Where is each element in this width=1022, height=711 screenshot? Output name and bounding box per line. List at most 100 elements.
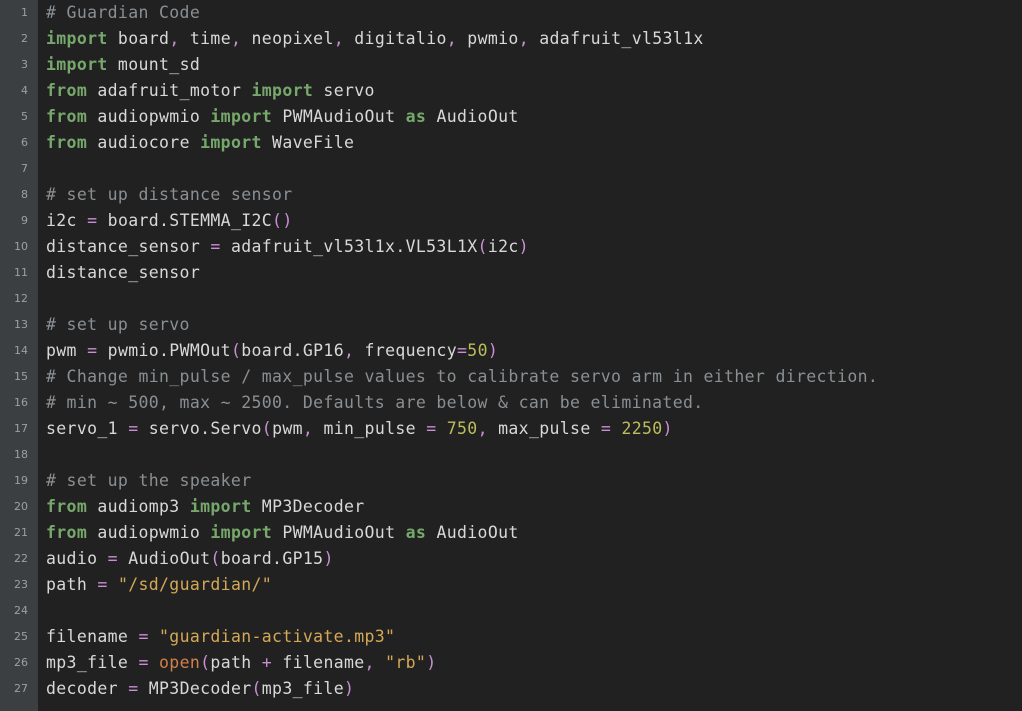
code-line-text[interactable]: # Change min_pulse / max_pulse values to…: [46, 364, 878, 390]
token-op: (: [200, 653, 210, 672]
token-op: =: [128, 679, 138, 698]
token-plain: [436, 419, 446, 438]
code-line[interactable]: 26mp3_file = open(path + filename, "rb"): [0, 650, 1022, 676]
line-number: 4: [0, 78, 28, 104]
code-line-text[interactable]: distance_sensor = adafruit_vl53l1x.VL53L…: [46, 234, 529, 260]
token-plain: board: [108, 29, 170, 48]
code-line[interactable]: 14pwm = pwmio.PWMOut(board.GP16, frequen…: [0, 338, 1022, 364]
token-plain: pwm: [46, 341, 87, 360]
code-line[interactable]: 25 filename = "guardian-activate.mp3": [0, 624, 1022, 650]
code-line[interactable]: 13 # set up servo: [0, 312, 1022, 338]
code-line[interactable]: 3import mount_sd: [0, 52, 1022, 78]
code-line[interactable]: 15 # Change min_pulse / max_pulse values …: [0, 364, 1022, 390]
token-plain: MP3Decoder: [252, 497, 365, 516]
code-line-text[interactable]: filename = "guardian-activate.mp3": [46, 624, 395, 650]
token-op: ,: [447, 29, 457, 48]
token-plain: AudioOut: [118, 549, 210, 568]
code-line[interactable]: 27decoder = MP3Decoder(mp3_file): [0, 676, 1022, 702]
line-number: 13: [0, 312, 28, 338]
code-line[interactable]: 17 servo_1 = servo.Servo(pwm, min_pulse =…: [0, 416, 1022, 442]
token-plain: AudioOut: [426, 523, 518, 542]
line-number: 17: [0, 416, 28, 442]
code-line-text[interactable]: from adafruit_motor import servo: [46, 78, 375, 104]
code-line[interactable]: 20from audiomp3 import MP3Decoder: [0, 494, 1022, 520]
code-line[interactable]: 24: [0, 598, 1022, 624]
code-line-text[interactable]: mp3_file = open(path + filename, "rb"): [46, 650, 437, 676]
token-op: ): [426, 653, 436, 672]
code-line-text[interactable]: path = "/sd/guardian/": [46, 572, 272, 598]
token-op: =: [108, 549, 118, 568]
token-plain: [108, 575, 118, 594]
code-content-area[interactable]: 1# Guardian Code2 import board, time, neo…: [0, 0, 1022, 711]
token-plain: decoder: [46, 679, 128, 698]
token-num: 50: [467, 341, 488, 360]
token-plain: neopixel: [241, 29, 333, 48]
code-line-text[interactable]: # Guardian Code: [46, 0, 200, 26]
token-str: "rb": [385, 653, 426, 672]
token-op: ,: [519, 29, 529, 48]
line-number: 2: [0, 26, 28, 52]
code-line-text[interactable]: i2c = board.STEMMA_I2C(): [46, 208, 293, 234]
token-op: ): [344, 679, 354, 698]
code-line[interactable]: 18: [0, 442, 1022, 468]
token-keyword: import: [190, 497, 252, 516]
code-line-text[interactable]: # set up the speaker: [46, 468, 251, 494]
line-number: 10: [0, 234, 28, 260]
token-plain: i2c: [46, 211, 87, 230]
line-number: 25: [0, 624, 28, 650]
code-line[interactable]: 16# min ~ 500, max ~ 2500. Defaults are …: [0, 390, 1022, 416]
code-line-text[interactable]: from audiomp3 import MP3Decoder: [46, 494, 365, 520]
code-line[interactable]: 8# set up distance sensor: [0, 182, 1022, 208]
code-line-text[interactable]: from audiocore import WaveFile: [46, 130, 354, 156]
code-line[interactable]: 2 import board, time, neopixel, digitalio…: [0, 26, 1022, 52]
token-plain: pwmio.PWMOut: [97, 341, 231, 360]
token-plain: distance_sensor: [46, 263, 200, 282]
token-builtin: open: [159, 653, 200, 672]
code-line-text[interactable]: import board, time, neopixel, digitalio,…: [46, 26, 704, 52]
line-number: 24: [0, 598, 28, 624]
token-plain: board.GP16: [241, 341, 344, 360]
code-line-text[interactable]: from audiopwmio import PWMAudioOut as Au…: [46, 104, 519, 130]
token-plain: AudioOut: [426, 107, 518, 126]
code-line[interactable]: 4 from adafruit_motor import servo: [0, 78, 1022, 104]
token-comment: # Guardian Code: [46, 3, 200, 22]
code-line-text[interactable]: pwm = pwmio.PWMOut(board.GP16, frequency…: [46, 338, 498, 364]
code-editor[interactable]: 1# Guardian Code2 import board, time, neo…: [0, 0, 1022, 711]
token-plain: [149, 653, 159, 672]
code-line-text[interactable]: # set up distance sensor: [46, 182, 293, 208]
code-line[interactable]: 11distance_sensor: [0, 260, 1022, 286]
token-op: =: [210, 237, 220, 256]
code-line[interactable]: 5from audiopwmio import PWMAudioOut as A…: [0, 104, 1022, 130]
code-line-text[interactable]: import mount_sd: [46, 52, 200, 78]
token-op: ,: [231, 29, 241, 48]
code-line[interactable]: 21from audiopwmio import PWMAudioOut as …: [0, 520, 1022, 546]
token-plain: [375, 653, 385, 672]
token-plain: path: [210, 653, 261, 672]
code-line[interactable]: 1# Guardian Code: [0, 0, 1022, 26]
code-line[interactable]: 7: [0, 156, 1022, 182]
code-line-text[interactable]: # set up servo: [46, 312, 190, 338]
code-line[interactable]: 12: [0, 286, 1022, 312]
code-line-text[interactable]: from audiopwmio import PWMAudioOut as Au…: [46, 520, 519, 546]
code-line-text[interactable]: # min ~ 500, max ~ 2500. Defaults are be…: [46, 390, 704, 416]
code-line[interactable]: 19# set up the speaker: [0, 468, 1022, 494]
code-line-text[interactable]: audio = AudioOut(board.GP15): [46, 546, 334, 572]
code-line-text[interactable]: distance_sensor: [46, 260, 200, 286]
code-line[interactable]: 22audio = AudioOut(board.GP15): [0, 546, 1022, 572]
code-line[interactable]: 10 distance_sensor = adafruit_vl53l1x.VL5…: [0, 234, 1022, 260]
line-number: 15: [0, 364, 28, 390]
token-plain: audiopwmio: [87, 523, 210, 542]
token-op: ): [519, 237, 529, 256]
code-line[interactable]: 23path = "/sd/guardian/": [0, 572, 1022, 598]
code-line[interactable]: 6from audiocore import WaveFile: [0, 130, 1022, 156]
code-line[interactable]: 9i2c = board.STEMMA_I2C(): [0, 208, 1022, 234]
line-number: 12: [0, 286, 28, 312]
code-line-text[interactable]: decoder = MP3Decoder(mp3_file): [46, 676, 354, 702]
token-keyword: import: [46, 29, 108, 48]
code-line-text[interactable]: servo_1 = servo.Servo(pwm, min_pulse = 7…: [46, 416, 673, 442]
token-plain: filename: [46, 627, 138, 646]
token-num: 750: [447, 419, 478, 438]
token-op: ): [663, 419, 673, 438]
token-op: (): [272, 211, 293, 230]
token-plain: board.GP15: [221, 549, 324, 568]
